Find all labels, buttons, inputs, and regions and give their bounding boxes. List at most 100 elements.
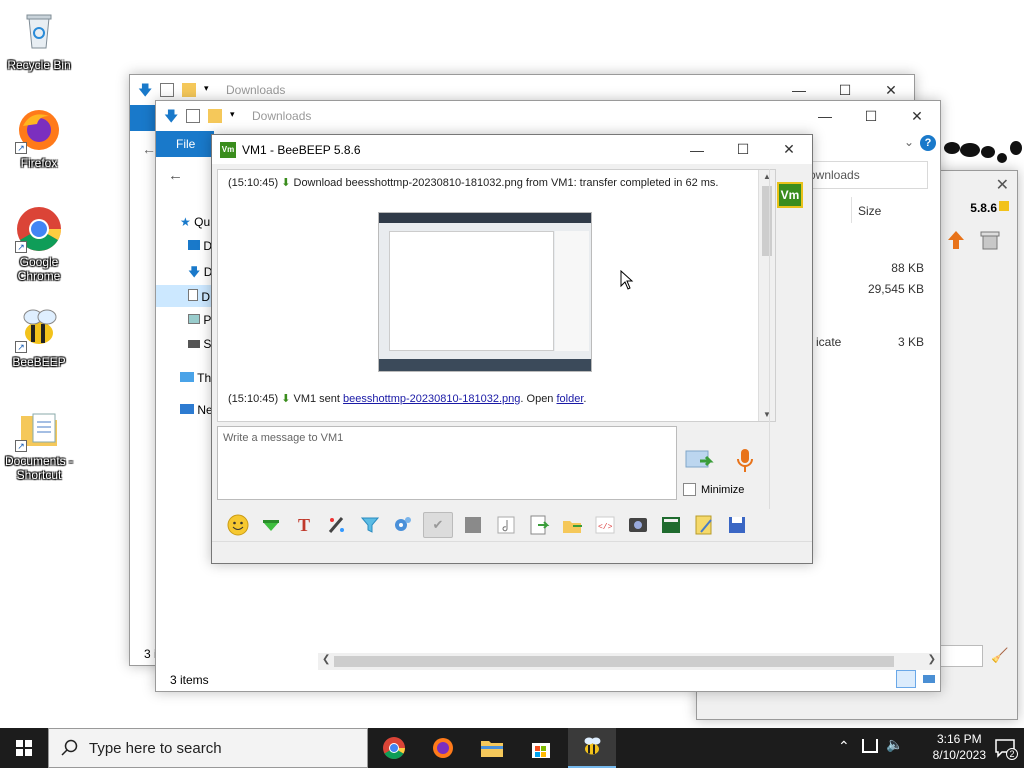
side-panel-divider xyxy=(769,169,770,509)
maximize-button[interactable]: ☐ xyxy=(848,101,894,131)
nav-item-quick-access[interactable]: ★ Qu xyxy=(180,215,210,229)
taskbar-search-box[interactable]: Type here to search xyxy=(48,728,368,768)
desktop-artifact xyxy=(944,141,1022,163)
volume-icon[interactable]: 🔈 xyxy=(886,736,903,753)
send-button[interactable] xyxy=(684,447,718,473)
network-icon xyxy=(180,404,194,414)
vm-avatar-icon: Vm xyxy=(220,141,236,158)
window-title: Downloads xyxy=(226,83,286,97)
large-icons-view-icon[interactable] xyxy=(920,670,938,688)
nav-item-network[interactable]: Ne xyxy=(180,403,213,417)
chat-history[interactable]: (15:10:45) ⬇ Download beesshottmp-202308… xyxy=(217,169,776,422)
user-badge[interactable]: Vm xyxy=(777,182,803,208)
ribbon-expand-icon[interactable]: ⌄ xyxy=(904,135,914,149)
screenshot-button[interactable] xyxy=(625,512,651,538)
back-status-icon xyxy=(999,201,1009,211)
scrollbar-thumb[interactable] xyxy=(762,186,772,256)
chat-scrollbar[interactable]: ▲ ▼ xyxy=(758,170,775,421)
help-icon[interactable]: ? xyxy=(920,135,936,151)
message-input[interactable]: Write a message to VM1 xyxy=(217,426,677,500)
status-bar-text: 3 items xyxy=(170,673,209,687)
search-field[interactable]: ownloads xyxy=(804,161,928,189)
nav-item-s[interactable]: S xyxy=(188,337,211,351)
spellcheck-button[interactable]: ✔ xyxy=(423,512,453,538)
send-folder-button[interactable] xyxy=(559,512,585,538)
back-arrow-icon[interactable]: ← xyxy=(168,167,183,184)
taskbar-file-explorer[interactable] xyxy=(468,728,516,768)
start-button[interactable] xyxy=(0,728,48,768)
ribbon-file-tab[interactable] xyxy=(130,105,156,131)
desktop-icon-recycle-bin[interactable]: Recycle Bin xyxy=(1,8,77,72)
preview-titlebar xyxy=(379,213,591,223)
upload-icon[interactable] xyxy=(945,229,967,251)
beebeep-statusbar xyxy=(212,541,812,563)
download-arrow-icon: 🡇 xyxy=(164,108,179,124)
nudge-button[interactable] xyxy=(258,512,284,538)
window-close-button[interactable]: ✕ xyxy=(996,175,1009,195)
chevron-down-icon[interactable]: ▾ xyxy=(230,109,244,123)
minimize-button[interactable]: — xyxy=(674,135,720,164)
nav-item-this-pc[interactable]: Th xyxy=(180,371,211,385)
mouse-cursor-icon xyxy=(620,270,634,290)
sound-button[interactable] xyxy=(493,512,519,538)
scroll-right-icon[interactable]: ❯ xyxy=(928,654,936,665)
scrollbar-thumb[interactable] xyxy=(334,656,894,667)
clock-date: 8/10/2023 xyxy=(932,748,986,762)
taskbar-firefox[interactable] xyxy=(419,728,467,768)
maximize-button[interactable]: ☐ xyxy=(720,135,766,164)
notes-button[interactable] xyxy=(691,512,717,538)
board-button[interactable] xyxy=(658,512,684,538)
save-chat-button[interactable] xyxy=(724,512,750,538)
trash-icon[interactable] xyxy=(979,229,1001,251)
chrome-icon: ↗ xyxy=(15,205,63,253)
details-view-icon[interactable] xyxy=(896,670,916,688)
ribbon-file-tab[interactable]: File xyxy=(156,131,214,157)
minimize-button[interactable]: — xyxy=(802,101,848,131)
code-button[interactable]: </> xyxy=(592,512,618,538)
show-hidden-icons-button[interactable]: ⌃ xyxy=(838,738,850,755)
message-placeholder: Write a message to VM1 xyxy=(223,432,344,444)
taskbar-chrome[interactable] xyxy=(370,728,418,768)
taskbar-beebeep[interactable] xyxy=(568,728,616,768)
taskbar: Type here to search ⌃ 🔈 3:16 PM 8/10/202… xyxy=(0,728,1024,768)
column-header-size[interactable]: Size xyxy=(858,204,881,218)
file-link[interactable]: beesshottmp-20230810-181032.png xyxy=(343,393,520,405)
minimize-checkbox[interactable] xyxy=(683,483,696,496)
download-arrow-icon: 🡇 xyxy=(138,82,153,98)
desktop-icon-firefox[interactable]: ↗ Firefox xyxy=(1,106,77,170)
word-completion-button[interactable] xyxy=(460,512,486,538)
properties-checkbox-icon[interactable] xyxy=(160,83,174,97)
emoticon-button[interactable] xyxy=(225,512,251,538)
send-file-button[interactable] xyxy=(526,512,552,538)
settings-button[interactable] xyxy=(390,512,416,538)
font-button[interactable]: T xyxy=(291,512,317,538)
desktop-icon-beebeep[interactable]: ↗ BeeBEEP xyxy=(1,305,77,369)
back-arrow-icon[interactable]: ← xyxy=(142,141,156,157)
network-icon[interactable] xyxy=(862,739,878,753)
file-size: 29,545 KB xyxy=(867,282,924,296)
taskbar-clock[interactable]: 3:16 PM 8/10/2023 xyxy=(933,731,986,763)
properties-checkbox-icon[interactable] xyxy=(186,109,200,123)
nav-item-documents[interactable]: D xyxy=(156,285,216,307)
font-color-button[interactable] xyxy=(324,512,350,538)
desktop-icon-documents-shortcut[interactable]: ↗ Documents - Shortcut xyxy=(1,404,77,482)
image-preview[interactable] xyxy=(378,212,592,372)
nav-item-pictures[interactable]: P xyxy=(188,313,211,327)
nav-item-desktop[interactable]: D xyxy=(188,239,212,253)
close-button[interactable]: ✕ xyxy=(894,101,940,131)
microphone-icon[interactable] xyxy=(734,447,756,475)
desktop-icon-google-chrome[interactable]: ↗ Google Chrome xyxy=(1,205,77,283)
horizontal-scrollbar[interactable]: ❮ ❯ xyxy=(318,653,940,670)
filter-button[interactable] xyxy=(357,512,383,538)
broom-icon[interactable]: 🧹 xyxy=(991,647,1008,664)
beebeep-bee-icon: ↗ xyxy=(15,305,63,353)
shortcut-arrow-icon: ↗ xyxy=(15,440,27,452)
taskbar-store[interactable] xyxy=(517,728,565,768)
chevron-down-icon[interactable]: ▾ xyxy=(204,83,218,97)
close-button[interactable]: ✕ xyxy=(766,135,812,164)
notifications-button[interactable]: 2 xyxy=(994,736,1018,760)
scroll-left-icon[interactable]: ❮ xyxy=(322,654,330,665)
folder-link[interactable]: folder xyxy=(557,393,584,405)
beebeep-chat-window[interactable]: Vm VM1 - BeeBEEP 5.8.6 — ☐ ✕ (15:10:45) … xyxy=(211,134,813,564)
nav-item-downloads[interactable]: 🡇 D xyxy=(188,263,212,284)
